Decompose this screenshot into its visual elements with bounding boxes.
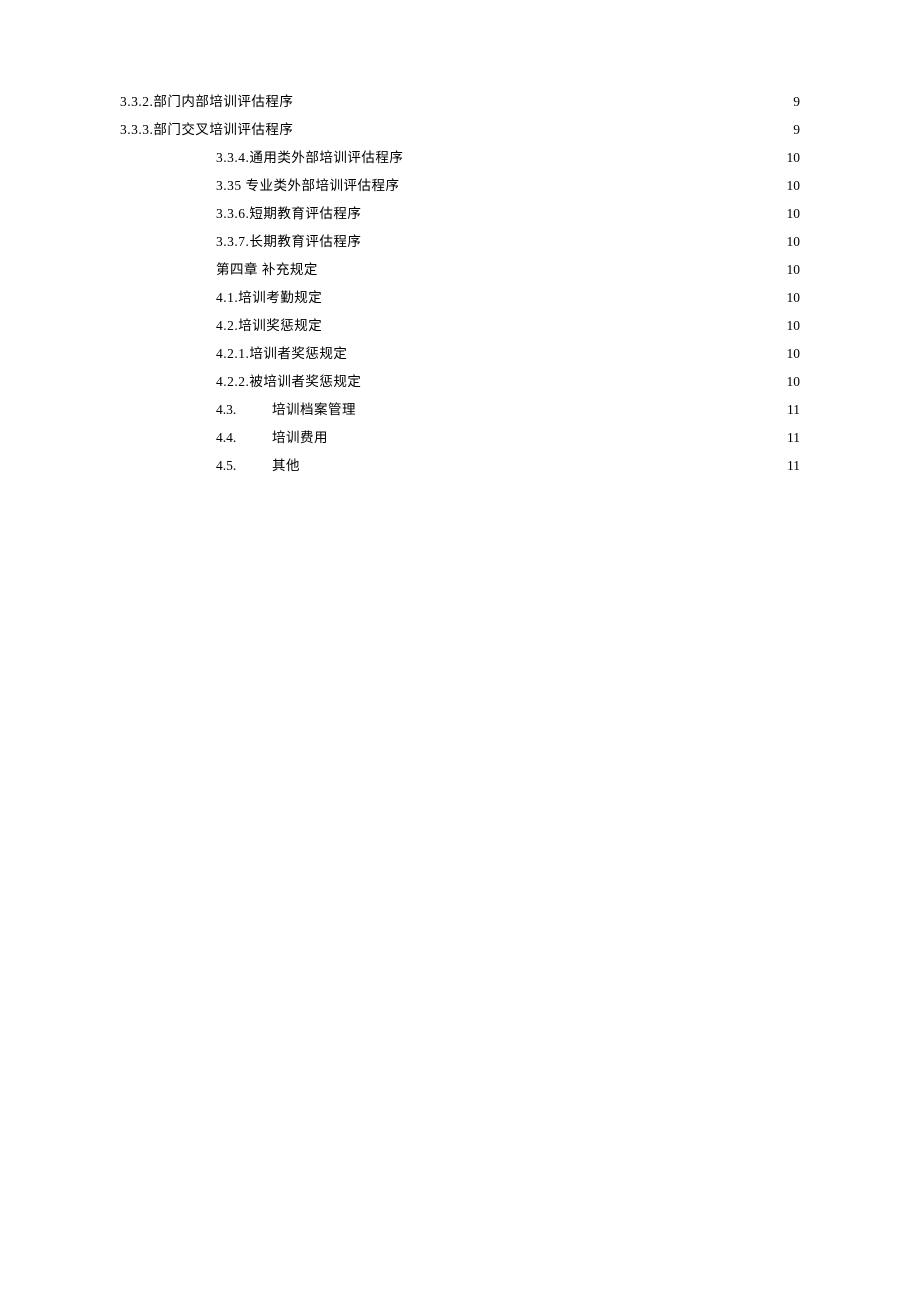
toc-leader xyxy=(349,345,778,359)
toc-leader xyxy=(295,121,778,135)
toc-leader xyxy=(358,401,778,415)
toc-title: 3.35 专业类外部培训评估程序 xyxy=(216,172,400,200)
toc-title: 4.2.培训奖惩规定 xyxy=(216,312,322,340)
toc-title: 培训费用 xyxy=(272,424,328,452)
toc-leader xyxy=(324,317,778,331)
toc-leader xyxy=(402,177,779,191)
toc-page-number: 10 xyxy=(782,368,800,396)
toc-page-number: 9 xyxy=(782,116,800,144)
toc-title: 3.3.3.部门交叉培训评估程序 xyxy=(120,116,293,144)
toc-entry: 4.5. 其他 11 xyxy=(120,452,800,480)
toc-leader xyxy=(320,261,778,275)
toc-page-number: 10 xyxy=(782,312,800,340)
toc-entry: 3.3.4.通用类外部培训评估程序 10 xyxy=(120,144,800,172)
toc-number: 4.5. xyxy=(216,452,252,480)
toc-entry: 4.4. 培训费用 11 xyxy=(120,424,800,452)
toc-entry: 4.1.培训考勤规定 10 xyxy=(120,284,800,312)
toc-entry: 3.3.6.短期教育评估程序 10 xyxy=(120,200,800,228)
toc-number: 4.3. xyxy=(216,396,252,424)
toc-title: 3.3.7.长期教育评估程序 xyxy=(216,228,361,256)
toc-title: 第四章 补充规定 xyxy=(216,256,318,284)
toc-entry: 4.2.2.被培训者奖惩规定 10 xyxy=(120,368,800,396)
toc-entry: 4.3. 培训档案管理 11 xyxy=(120,396,800,424)
toc-page-number: 11 xyxy=(782,424,800,452)
toc-entry: 3.35 专业类外部培训评估程序 10 xyxy=(120,172,800,200)
toc-leader xyxy=(405,149,778,163)
toc-page-number: 10 xyxy=(782,144,800,172)
toc-page: 3.3.2.部门内部培训评估程序 9 3.3.3.部门交叉培训评估程序 9 3.… xyxy=(120,88,800,480)
toc-leader xyxy=(324,289,778,303)
toc-page-number: 10 xyxy=(782,256,800,284)
toc-title: 4.2.2.被培训者奖惩规定 xyxy=(216,368,361,396)
toc-entry: 第四章 补充规定 10 xyxy=(120,256,800,284)
toc-leader xyxy=(330,429,778,443)
toc-leader xyxy=(363,233,778,247)
toc-page-number: 9 xyxy=(782,88,800,116)
toc-page-number: 10 xyxy=(782,340,800,368)
toc-page-number: 10 xyxy=(782,228,800,256)
toc-page-number: 11 xyxy=(782,396,800,424)
toc-page-number: 11 xyxy=(782,452,800,480)
toc-title: 3.3.4.通用类外部培训评估程序 xyxy=(216,144,403,172)
toc-title: 培训档案管理 xyxy=(272,396,356,424)
toc-page-number: 10 xyxy=(782,284,800,312)
toc-leader xyxy=(363,205,778,219)
toc-entry: 4.2.1.培训者奖惩规定 10 xyxy=(120,340,800,368)
toc-title: 3.3.6.短期教育评估程序 xyxy=(216,200,361,228)
toc-entry: 4.2.培训奖惩规定 10 xyxy=(120,312,800,340)
toc-leader xyxy=(363,373,778,387)
toc-leader xyxy=(295,93,778,107)
toc-number: 4.4. xyxy=(216,424,252,452)
toc-title: 3.3.2.部门内部培训评估程序 xyxy=(120,88,293,116)
toc-title: 4.1.培训考勤规定 xyxy=(216,284,322,312)
toc-leader xyxy=(302,457,778,471)
toc-title: 4.2.1.培训者奖惩规定 xyxy=(216,340,347,368)
toc-entry: 3.3.3.部门交叉培训评估程序 9 xyxy=(120,116,800,144)
toc-entry: 3.3.2.部门内部培训评估程序 9 xyxy=(120,88,800,116)
toc-entry: 3.3.7.长期教育评估程序 10 xyxy=(120,228,800,256)
toc-page-number: 10 xyxy=(782,172,800,200)
toc-page-number: 10 xyxy=(782,200,800,228)
toc-title: 其他 xyxy=(272,452,300,480)
